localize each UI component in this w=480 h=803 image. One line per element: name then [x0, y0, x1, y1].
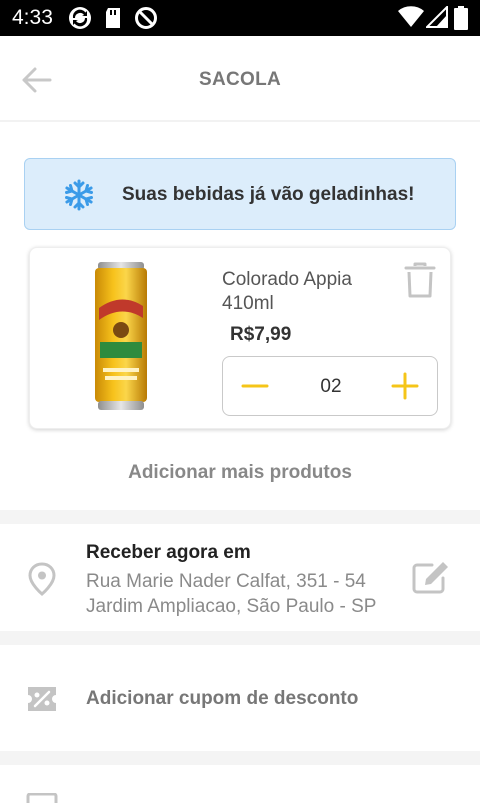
plus-icon[interactable]	[391, 371, 419, 401]
quantity-stepper: 02	[222, 356, 438, 416]
sync-icon	[69, 7, 91, 29]
wifi-icon	[398, 6, 424, 28]
delivery-label: Receber agora em	[86, 542, 251, 563]
delivery-address-section[interactable]: Receber agora em Rua Marie Nader Calfat,…	[0, 524, 480, 632]
location-pin-icon	[28, 562, 56, 596]
address-line-2: Jardim Ampliacao, São Paulo - SP	[86, 596, 377, 617]
coupon-label: Adicionar cupom de desconto	[86, 688, 359, 709]
sd-card-icon	[106, 8, 120, 28]
product-name: Colorado Appia 410ml	[222, 269, 352, 314]
app-bar: SACOLA	[0, 36, 480, 122]
edit-icon[interactable]	[412, 560, 450, 594]
section-divider	[0, 510, 480, 524]
coupon-icon	[28, 687, 56, 711]
battery-icon	[454, 6, 468, 30]
status-bar: 4:33	[0, 0, 480, 36]
section-divider	[0, 631, 480, 645]
card-icon	[26, 793, 58, 803]
do-not-disturb-icon	[135, 7, 157, 29]
signal-icon	[426, 6, 448, 28]
section-divider	[0, 751, 480, 765]
cold-drinks-banner: Suas bebidas já vão geladinhas!	[24, 158, 456, 230]
cart-item-card: Colorado Appia 410ml R$7,99 02	[29, 247, 451, 429]
status-time: 4:33	[12, 6, 53, 29]
banner-text: Suas bebidas já vão geladinhas!	[122, 184, 415, 205]
trash-icon[interactable]	[404, 262, 436, 298]
snowflake-icon	[65, 179, 93, 211]
address-line-1: Rua Marie Nader Calfat, 351 - 54	[86, 571, 366, 592]
add-more-products-link[interactable]: Adicionar mais produtos	[0, 462, 480, 484]
coupon-section[interactable]: Adicionar cupom de desconto	[0, 645, 480, 751]
page-title: SACOLA	[198, 69, 282, 90]
product-price: R$7,99	[230, 324, 292, 345]
payment-section[interactable]	[0, 765, 480, 803]
product-image	[95, 262, 147, 410]
